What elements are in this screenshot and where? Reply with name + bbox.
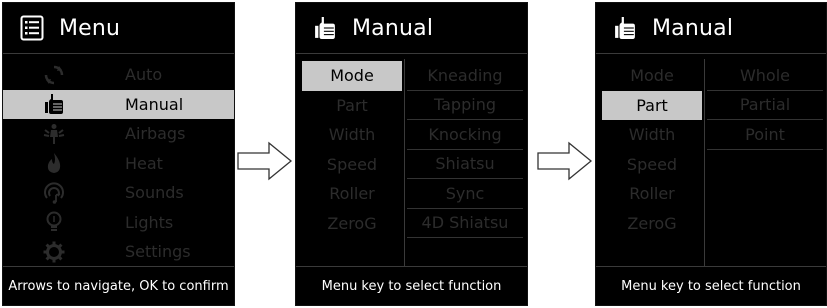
- diagram-page: Menu Auto Manual Airbags Heat Sounds Lig…: [0, 0, 827, 308]
- function-width[interactable]: Width: [302, 120, 402, 150]
- menu-item-label: Auto: [125, 65, 163, 85]
- menu-header: Menu: [3, 3, 234, 54]
- manual-footer-hint: Menu key to select function: [296, 266, 527, 305]
- column-divider: [704, 59, 705, 267]
- menu-item-label: Manual: [125, 94, 184, 114]
- option-list: Whole Partial Point: [707, 61, 823, 150]
- menu-list: Auto Manual Airbags Heat Sounds Lights S…: [3, 60, 234, 267]
- airbag-person-icon: [41, 122, 67, 146]
- page-title: Menu: [59, 15, 121, 41]
- menu-item-airbags[interactable]: Airbags: [3, 119, 234, 149]
- menu-item-label: Airbags: [125, 124, 186, 144]
- gear-icon: [41, 240, 67, 264]
- function-list: Mode Part Width Speed Roller ZeroG: [302, 61, 402, 238]
- option-whole[interactable]: Whole: [707, 61, 823, 91]
- function-roller[interactable]: Roller: [602, 179, 702, 209]
- refresh-icon: [41, 63, 67, 87]
- function-part[interactable]: Part: [302, 91, 402, 121]
- function-speed[interactable]: Speed: [602, 150, 702, 180]
- thumbs-up-icon: [41, 92, 67, 116]
- option-partial[interactable]: Partial: [707, 91, 823, 120]
- function-zerog[interactable]: ZeroG: [302, 209, 402, 239]
- function-list: Mode Part Width Speed Roller ZeroG: [602, 61, 702, 238]
- right-arrow-icon: [237, 141, 293, 181]
- list-icon: [19, 14, 45, 42]
- option-tapping[interactable]: Tapping: [407, 91, 523, 120]
- function-width[interactable]: Width: [602, 120, 702, 150]
- manual-header: Manual: [596, 3, 826, 54]
- menu-item-label: Sounds: [125, 183, 184, 203]
- menu-item-sounds[interactable]: Sounds: [3, 178, 234, 208]
- option-list: Kneading Tapping Knocking Shiatsu Sync 4…: [407, 61, 523, 238]
- menu-screen: Menu Auto Manual Airbags Heat Sounds Lig…: [2, 2, 235, 306]
- page-title: Manual: [352, 15, 434, 41]
- option-shiatsu[interactable]: Shiatsu: [407, 150, 523, 179]
- lightbulb-icon: [41, 210, 67, 234]
- right-arrow-icon: [537, 141, 593, 181]
- option-point[interactable]: Point: [707, 120, 823, 150]
- column-divider: [404, 59, 405, 267]
- option-sync[interactable]: Sync: [407, 179, 523, 209]
- sound-icon: [41, 181, 67, 205]
- function-zerog[interactable]: ZeroG: [602, 209, 702, 239]
- menu-item-label: Heat: [125, 153, 163, 173]
- menu-item-settings[interactable]: Settings: [3, 237, 234, 267]
- menu-item-label: Settings: [125, 242, 191, 262]
- manual-mode-screen: Manual Mode Part Width Speed Roller Zero…: [295, 2, 528, 306]
- function-roller[interactable]: Roller: [302, 179, 402, 209]
- page-title: Manual: [652, 15, 734, 41]
- menu-footer-hint: Arrows to navigate, OK to confirm: [3, 266, 234, 305]
- thumbs-up-icon: [312, 14, 338, 42]
- option-kneading[interactable]: Kneading: [407, 61, 523, 91]
- function-mode[interactable]: Mode: [602, 61, 702, 91]
- function-mode[interactable]: Mode: [302, 61, 402, 91]
- menu-item-manual[interactable]: Manual: [3, 89, 234, 119]
- flame-icon: [41, 151, 67, 175]
- manual-header: Manual: [296, 3, 527, 54]
- menu-item-label: Lights: [125, 212, 174, 232]
- option-4d-shiatsu[interactable]: 4D Shiatsu: [407, 209, 523, 238]
- option-knocking[interactable]: Knocking: [407, 120, 523, 150]
- manual-footer-hint: Menu key to select function: [596, 266, 826, 305]
- function-speed[interactable]: Speed: [302, 150, 402, 180]
- menu-item-heat[interactable]: Heat: [3, 149, 234, 179]
- function-part[interactable]: Part: [602, 90, 702, 120]
- menu-item-lights[interactable]: Lights: [3, 208, 234, 238]
- manual-part-screen: Manual Mode Part Width Speed Roller Zero…: [595, 2, 827, 306]
- thumbs-up-icon: [612, 14, 638, 42]
- menu-item-auto[interactable]: Auto: [3, 60, 234, 90]
